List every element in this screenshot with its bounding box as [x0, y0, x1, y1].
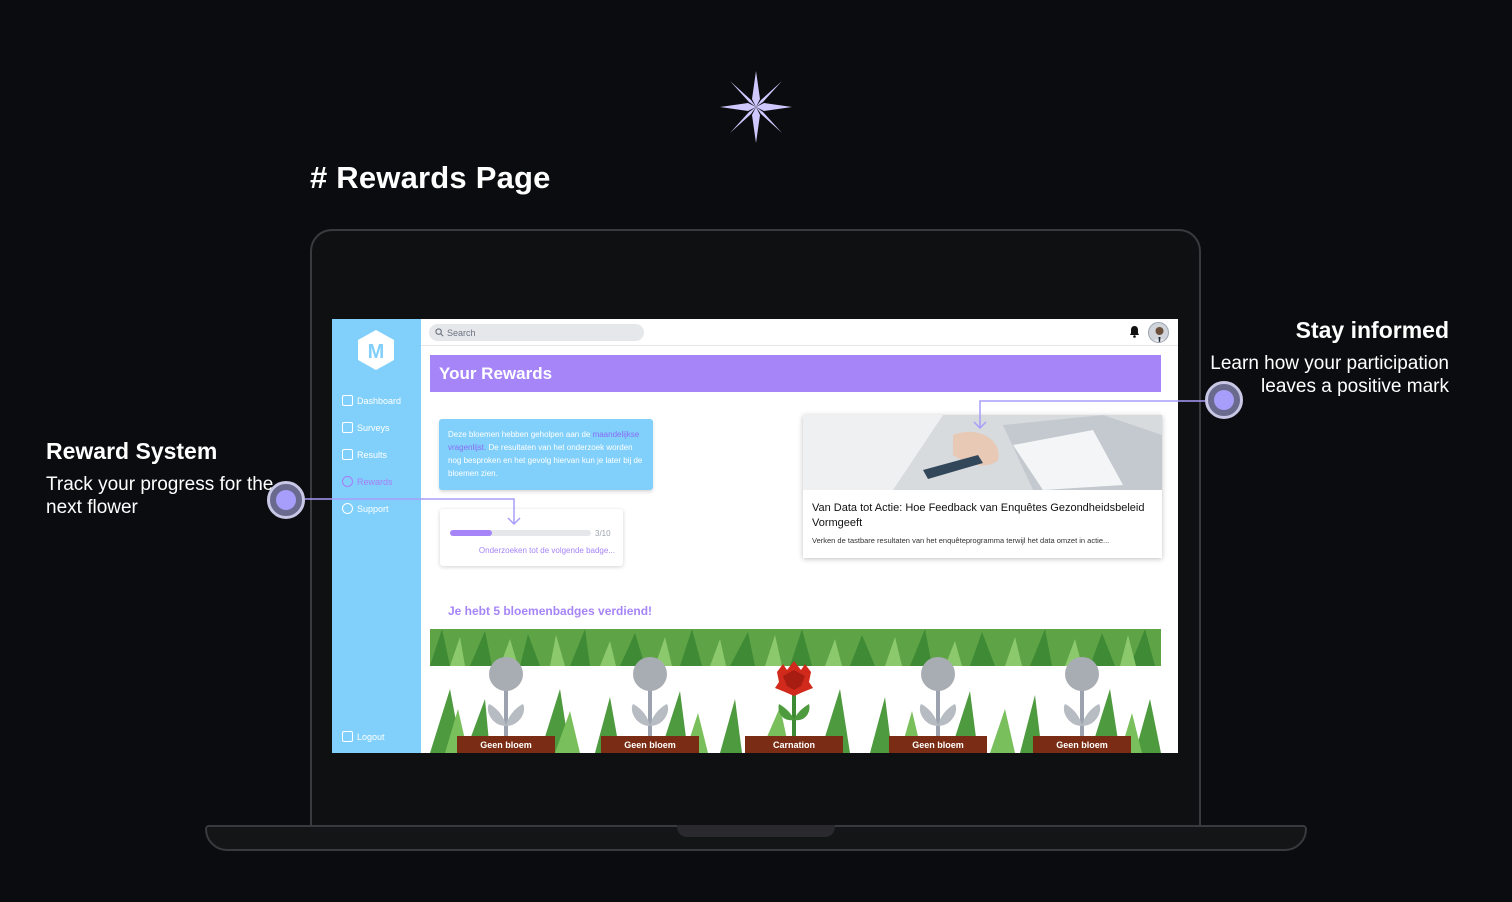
search-input[interactable]: Search — [429, 324, 644, 341]
sidebar-item-label: Results — [357, 449, 388, 460]
info-text-before: Deze bloemen hebben geholpen aan de — [448, 430, 593, 439]
stay-informed-title: Stay informed — [1295, 317, 1449, 343]
sidebar-item-dashboard[interactable]: Dashboard — [342, 395, 401, 406]
annotation-marker — [1205, 381, 1243, 419]
sidebar: M Dashboard Surveys Results Rewards Supp… — [332, 319, 421, 753]
avatar[interactable] — [1148, 322, 1169, 343]
progress-count: 3/10 — [595, 529, 611, 538]
flower-pot-label: Geen bloem — [889, 736, 987, 753]
sparkle-star-icon — [720, 71, 792, 143]
progress-bar-fill — [450, 530, 493, 536]
topbar: Search — [421, 319, 1178, 346]
empty-flower-icon — [487, 657, 525, 736]
logout-icon — [342, 731, 353, 742]
user-avatar-icon — [1152, 327, 1167, 342]
carnation-flower-icon — [775, 661, 813, 736]
empty-flower-icon — [919, 657, 957, 736]
flower-pot-label: Geen bloem — [1033, 736, 1131, 753]
sidebar-item-rewards[interactable]: Rewards — [342, 476, 393, 487]
progress-caption: Onderzoeken tot de volgende badge... — [478, 546, 615, 555]
sidebar-item-support[interactable]: Support — [342, 503, 389, 514]
progress-card: 3/10 Onderzoeken tot de volgende badge..… — [440, 509, 623, 566]
flower-pot-label: Geen bloem — [457, 736, 555, 753]
reward-system-title: Reward System — [46, 438, 218, 464]
ribbon-icon — [342, 476, 353, 487]
logo-hexagon-icon: M — [358, 330, 394, 370]
annotation-marker — [267, 481, 305, 519]
lifebuoy-icon — [342, 503, 353, 514]
progress-bar — [450, 530, 591, 536]
layout-icon — [342, 395, 353, 406]
article-title: Van Data tot Actie: Hoe Feedback van Enq… — [812, 502, 1145, 529]
flower-pot-label: Geen bloem — [601, 736, 699, 753]
sidebar-item-surveys[interactable]: Surveys — [342, 422, 390, 433]
search-icon — [435, 328, 444, 337]
sidebar-item-label: Dashboard — [357, 395, 402, 406]
flower-garden: Geen bloem Geen bloem Carnation Geen blo… — [430, 629, 1161, 753]
search-placeholder: Search — [447, 327, 476, 338]
stay-informed-text: Learn how your participation leaves a po… — [1210, 353, 1449, 397]
chart-icon — [342, 449, 353, 460]
laptop-notch — [677, 825, 835, 837]
flower-pot-label: Carnation — [745, 736, 843, 753]
page-heading: # Rewards Page — [310, 160, 551, 195]
page-title: Your Rewards — [430, 355, 1161, 392]
sidebar-item-label: Support — [357, 503, 389, 514]
sidebar-item-label: Rewards — [357, 476, 393, 487]
badges-heading: Je hebt 5 bloemenbadges verdiend! — [448, 604, 653, 618]
info-card: Deze bloemen hebben geholpen aan de maan… — [439, 419, 653, 490]
logo-letter: M — [368, 341, 385, 363]
article-description: Verken de tastbare resultaten van het en… — [812, 536, 1110, 545]
sidebar-item-label: Surveys — [357, 422, 390, 433]
bell-icon[interactable] — [1129, 325, 1140, 338]
sidebar-item-results[interactable]: Results — [342, 449, 387, 460]
logout-button[interactable]: Logout — [342, 731, 385, 742]
empty-flower-icon — [631, 657, 669, 736]
app-screen: M Dashboard Surveys Results Rewards Supp… — [332, 319, 1178, 753]
article-image — [803, 415, 1162, 490]
clipboard-icon — [342, 422, 353, 433]
empty-flower-icon — [1063, 657, 1101, 736]
logout-label: Logout — [357, 731, 385, 742]
article-card[interactable]: Van Data tot Actie: Hoe Feedback van Enq… — [803, 415, 1162, 558]
reward-system-text: Track your progress for the next flower — [46, 474, 274, 518]
